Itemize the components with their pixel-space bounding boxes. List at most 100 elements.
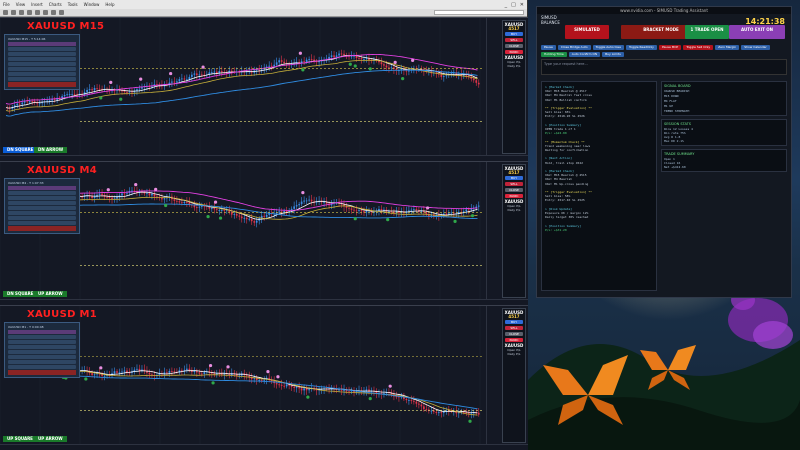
candle [243,217,246,219]
buy-button[interactable]: BUY [505,176,523,180]
candle [253,378,256,380]
assistant-button-toggle-sell-only[interactable]: Toggle Sell Only [683,45,714,50]
candle [278,60,281,63]
assistant-button-pause[interactable]: Pause [541,45,556,50]
candle [33,101,36,103]
candle [445,75,448,77]
sell-button[interactable]: SELL [505,326,523,330]
summary-line: Net +$412.60 [664,165,686,169]
assistant-button-close-bridge-auto[interactable]: Close Bridge Auto [557,45,591,50]
minimize-icon[interactable]: _ [505,2,508,8]
assistant-button-toggle-readonly[interactable]: Toggle ReadOnly [625,45,657,50]
buy-button[interactable]: BUY [505,320,523,324]
candle [200,373,203,375]
assistant-button-buy-limits[interactable]: Buy Limits [602,52,624,57]
candle [278,211,281,213]
menu-file[interactable]: File [3,2,10,7]
trade-open-button[interactable]: 1 TRADE OPEN [685,25,729,39]
close-button[interactable]: CLOSE [505,188,523,192]
symbol-search-input[interactable] [434,10,524,15]
new-order-icon[interactable] [3,10,8,15]
candle [275,62,278,65]
candle [63,94,66,97]
candle [196,207,198,209]
menu-view[interactable]: View [16,2,26,7]
candle [213,71,216,73]
candle [263,215,266,217]
zoom-in-icon[interactable] [35,10,40,15]
close-icon[interactable]: ✕ [520,2,524,8]
candle [477,82,480,85]
sell-button[interactable]: SELL [505,182,523,186]
signal-marker [109,80,113,84]
candle [26,101,29,103]
zoom-out-icon[interactable] [43,10,48,15]
assistant-button-auto-confirm-on[interactable]: Auto Confirm ON [568,52,601,57]
candle [28,101,31,103]
candle [318,61,320,63]
panel-action-bar[interactable] [8,226,76,231]
candle [193,73,196,75]
chart-bar-icon[interactable] [11,10,16,15]
assistant-button-pause-mcp[interactable]: Pause MCP [658,45,682,50]
close-button[interactable]: CLOSE [505,332,523,336]
signal-marker [218,216,223,220]
trade-summary: TRADE SUMMARY Open 1 Closed 16 Net +$412.6… [661,149,787,172]
chart-pane-3[interactable]: XAUUSD M1 XAUUSD M1 - T 0:00:48 UP SQUARE U… [0,305,528,450]
signal-sidebar: SIGNAL BOARD XAUUSD BEARISH M15 DOWN M4 FL… [661,81,787,291]
candle [380,209,383,211]
menu-window[interactable]: Window [84,2,100,7]
candle [248,218,251,220]
signal-marker [106,188,110,192]
panic-button[interactable]: PANIC [505,338,523,342]
candle [440,74,443,77]
signal-marker [206,215,210,219]
signal-marker [426,206,430,210]
chart-candle-icon[interactable] [19,10,24,15]
auto-exit-button[interactable]: AUTO EXIT ON [729,25,785,39]
candle [66,94,68,96]
menu-charts[interactable]: Charts [49,2,62,7]
candle [278,384,281,386]
signal-label-right: DN ARROW [34,147,68,153]
candle [191,74,193,77]
simulated-button[interactable]: SIMULATED [565,25,609,39]
request-input[interactable]: Type your request here... [541,59,787,75]
signal-marker [388,384,392,388]
assistant-button-zero-margin[interactable]: Zero Margin [715,45,740,50]
chart-line-icon[interactable] [27,10,32,15]
candle [410,400,413,401]
chart-pane-1[interactable]: XAUUSD M15 XAUUSD M15 - T 5:14:06 DN SQUAR… [0,17,528,161]
menu-tools[interactable]: Tools [68,2,78,7]
candle [173,199,176,201]
signal-line: TREND STRENGTH [664,109,690,113]
menu-help[interactable]: Help [105,2,114,7]
chart-pane-2[interactable]: XAUUSD M4 XAUUSD M4 - T 1:07:33 DN SQUARE U… [0,161,528,305]
maximize-icon[interactable]: □ [511,2,516,8]
signal-marker [99,96,103,100]
candle [121,371,123,373]
panic-button[interactable]: PANIC [505,194,523,198]
moving-average-line [5,374,478,410]
buy-button[interactable]: BUY [505,32,523,36]
order-panel-price: 4517 [508,314,520,319]
panel-header-bar [8,186,76,190]
panel-action-bar[interactable] [8,370,76,375]
signal-board: SIGNAL BOARD XAUUSD BEARISH M15 DOWN M4 FL… [661,81,787,116]
candle [176,200,178,202]
crosshair-icon[interactable] [51,10,56,15]
account-balance-label: BALANCE [541,20,560,25]
close-button[interactable]: CLOSE [505,44,523,48]
indicators-icon[interactable] [59,10,64,15]
candle [151,193,153,196]
assistant-button-holding-time[interactable]: Holding Time [541,52,567,57]
panel-action-bar[interactable] [8,82,76,87]
menu-insert[interactable]: Insert [31,2,42,7]
assistant-button-show-calendar[interactable]: Show Calendar [741,45,770,50]
candle [413,400,415,402]
assistant-button-toggle-autoclose[interactable]: Toggle Autoclose [592,45,624,50]
sell-button[interactable]: SELL [505,38,523,42]
candle [293,386,295,388]
panic-button[interactable]: PANIC [505,50,523,54]
signal-label-right: UP ARROW [34,291,67,297]
